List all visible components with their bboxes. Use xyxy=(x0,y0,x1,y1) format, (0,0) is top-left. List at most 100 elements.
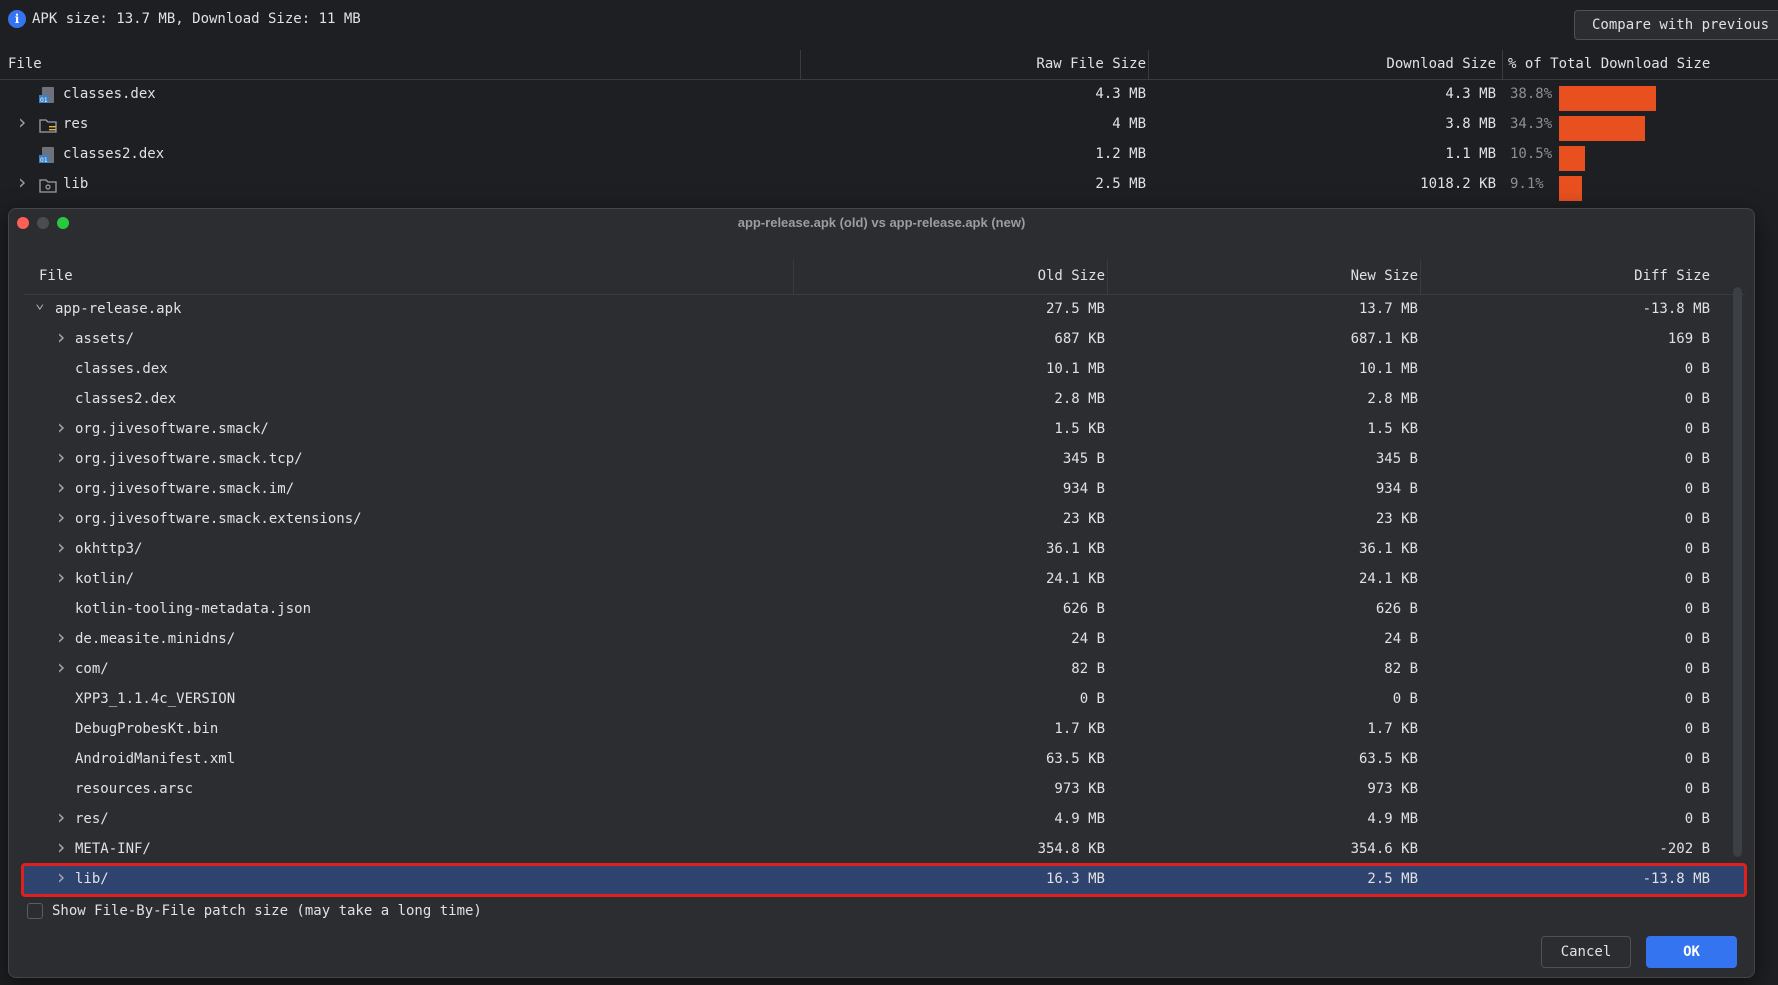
old-size: 1.7 KB xyxy=(1054,721,1105,737)
analyzer-row[interactable]: › lib 2.5 MB 1018.2 KB 9.1% xyxy=(0,170,1778,201)
table-row[interactable]: resources.arsc 973 KB 973 KB 0 B xyxy=(23,775,1745,805)
analyzer-row[interactable]: 01 classes2.dex 1.2 MB 1.1 MB 10.5% xyxy=(0,140,1778,171)
file-name: lib xyxy=(63,176,89,192)
table-row[interactable]: › res/4.9 MB 4.9 MB 0 B xyxy=(23,805,1745,835)
new-size: 24.1 KB xyxy=(1358,571,1418,587)
diff-size: 0 B xyxy=(1684,601,1710,617)
chevron-right-icon[interactable]: › xyxy=(16,110,28,134)
patch-size-checkbox[interactable] xyxy=(27,903,43,919)
old-size: 934 B xyxy=(1062,481,1105,497)
new-size: 973 KB xyxy=(1367,781,1418,797)
raw-file-size: 1.2 MB xyxy=(1095,146,1146,162)
new-size: 23 KB xyxy=(1375,511,1418,527)
chevron-right-icon[interactable]: › xyxy=(55,625,67,649)
table-row[interactable]: › org.jivesoftware.smack.tcp/345 B 345 B 0 … xyxy=(23,445,1745,475)
table-row[interactable]: › org.jivesoftware.smack/1.5 KB 1.5 KB 0 B xyxy=(23,415,1745,445)
new-size: 2.8 MB xyxy=(1367,391,1418,407)
column-raw-file-size[interactable]: Raw File Size xyxy=(1036,56,1146,72)
diff-size: 0 B xyxy=(1684,661,1710,677)
table-row[interactable]: XPP3_1.1.4c_VERSION 0 B 0 B 0 B xyxy=(23,685,1745,715)
old-size: 16.3 MB xyxy=(1045,871,1105,887)
old-size: 345 B xyxy=(1062,451,1105,467)
diff-size: 0 B xyxy=(1684,691,1710,707)
table-row[interactable]: kotlin-tooling-metadata.json 626 B 626 B 0 … xyxy=(23,595,1745,625)
table-row[interactable]: › META-INF/354.8 KB 354.6 KB -202 B xyxy=(23,835,1745,865)
diff-size: 0 B xyxy=(1684,751,1710,767)
new-size: 82 B xyxy=(1384,661,1418,677)
file-name: okhttp3/ xyxy=(75,541,143,557)
cancel-button[interactable]: Cancel xyxy=(1541,936,1631,968)
table-row[interactable]: › assets/687 KB 687.1 KB 169 B xyxy=(23,325,1745,355)
new-size: 1.5 KB xyxy=(1367,421,1418,437)
file-name: classes.dex xyxy=(75,361,168,377)
chevron-right-icon[interactable]: › xyxy=(55,535,67,559)
file-name: classes2.dex xyxy=(75,391,177,407)
analyzer-row[interactable]: › res 4 MB 3.8 MB 34.3% xyxy=(0,110,1778,141)
table-row[interactable]: › org.jivesoftware.smack.extensions/23 KB… xyxy=(23,505,1745,535)
chevron-down-icon[interactable]: ⌄ xyxy=(35,293,45,312)
new-size: 687.1 KB xyxy=(1350,331,1418,347)
analyzer-table-header: File Raw File Size Download Size % of To… xyxy=(0,50,1778,80)
percent-label: 10.5% xyxy=(1510,146,1553,162)
new-size: 934 B xyxy=(1375,481,1418,497)
chevron-right-icon[interactable]: › xyxy=(55,325,67,349)
file-name: AndroidManifest.xml xyxy=(75,751,236,767)
column-old-size[interactable]: Old Size xyxy=(1038,268,1105,284)
column-file[interactable]: File xyxy=(39,268,73,284)
analyzer-row[interactable]: 01 classes.dex 4.3 MB 4.3 MB 38.8% xyxy=(0,80,1778,111)
old-size: 687 KB xyxy=(1054,331,1105,347)
percent-bar xyxy=(1559,116,1645,141)
diff-size: 0 B xyxy=(1684,421,1710,437)
table-row[interactable]: ⌄ app-release.apk 27.5 MB 13.7 MB -13.8 MB xyxy=(23,293,1745,325)
table-row-selected[interactable]: › lib/16.3 MB 2.5 MB -13.8 MB xyxy=(21,863,1747,897)
ok-button[interactable]: OK xyxy=(1646,936,1737,968)
table-row[interactable]: classes.dex 10.1 MB 10.1 MB 0 B xyxy=(23,355,1745,385)
raw-file-size: 4.3 MB xyxy=(1095,86,1146,102)
patch-size-option[interactable]: Show File-By-File patch size (may take a… xyxy=(27,901,482,921)
chevron-right-icon[interactable]: › xyxy=(55,655,67,679)
new-size: 63.5 KB xyxy=(1358,751,1418,767)
diff-size: 0 B xyxy=(1684,511,1710,527)
diff-size: 0 B xyxy=(1684,781,1710,797)
file-name: XPP3_1.1.4c_VERSION xyxy=(75,691,236,707)
table-row[interactable]: › okhttp3/36.1 KB 36.1 KB 0 B xyxy=(23,535,1745,565)
chevron-right-icon[interactable]: › xyxy=(55,865,67,889)
old-size: 10.1 MB xyxy=(1045,361,1105,377)
download-size: 1018.2 KB xyxy=(1420,176,1496,192)
library-folder-icon xyxy=(39,177,57,193)
file-name: kotlin-tooling-metadata.json xyxy=(75,601,312,617)
chevron-right-icon[interactable]: › xyxy=(55,445,67,469)
table-row[interactable]: classes2.dex 2.8 MB 2.8 MB 0 B xyxy=(23,385,1745,415)
chevron-right-icon[interactable]: › xyxy=(16,170,28,194)
column-diff-size[interactable]: Diff Size xyxy=(1634,268,1710,284)
column-new-size[interactable]: New Size xyxy=(1351,268,1418,284)
vertical-scrollbar[interactable] xyxy=(1733,287,1742,857)
chevron-right-icon[interactable]: › xyxy=(55,505,67,529)
file-name: META-INF/ xyxy=(75,841,151,857)
chevron-right-icon[interactable]: › xyxy=(55,415,67,439)
chevron-right-icon[interactable]: › xyxy=(55,565,67,589)
old-size: 2.8 MB xyxy=(1054,391,1105,407)
table-row[interactable]: › com/82 B 82 B 0 B xyxy=(23,655,1745,685)
old-size: 4.9 MB xyxy=(1054,811,1105,827)
apk-compare-dialog: app-release.apk (old) vs app-release.apk… xyxy=(8,208,1755,978)
column-percent-download[interactable]: % of Total Download Size xyxy=(1508,56,1710,72)
file-name: classes.dex xyxy=(63,86,156,102)
table-row[interactable]: AndroidManifest.xml 63.5 KB 63.5 KB 0 B xyxy=(23,745,1745,775)
table-row[interactable]: › kotlin/24.1 KB 24.1 KB 0 B xyxy=(23,565,1745,595)
compare-with-previous-button[interactable]: Compare with previous xyxy=(1574,10,1778,40)
table-row[interactable]: DebugProbesKt.bin 1.7 KB 1.7 KB 0 B xyxy=(23,715,1745,745)
chevron-right-icon[interactable]: › xyxy=(55,835,67,859)
table-row[interactable]: › org.jivesoftware.smack.im/934 B 934 B 0 B xyxy=(23,475,1745,505)
percent-label: 38.8% xyxy=(1510,86,1553,102)
chevron-right-icon[interactable]: › xyxy=(55,475,67,499)
chevron-right-icon[interactable]: › xyxy=(55,805,67,829)
download-size: 3.8 MB xyxy=(1445,116,1496,132)
column-file[interactable]: File xyxy=(8,56,42,72)
percent-label: 34.3% xyxy=(1510,116,1553,132)
diff-size: 0 B xyxy=(1684,361,1710,377)
column-download-size[interactable]: Download Size xyxy=(1386,56,1496,72)
diff-size: 0 B xyxy=(1684,541,1710,557)
table-row[interactable]: › de.measite.minidns/24 B 24 B 0 B xyxy=(23,625,1745,655)
old-size: 82 B xyxy=(1071,661,1105,677)
